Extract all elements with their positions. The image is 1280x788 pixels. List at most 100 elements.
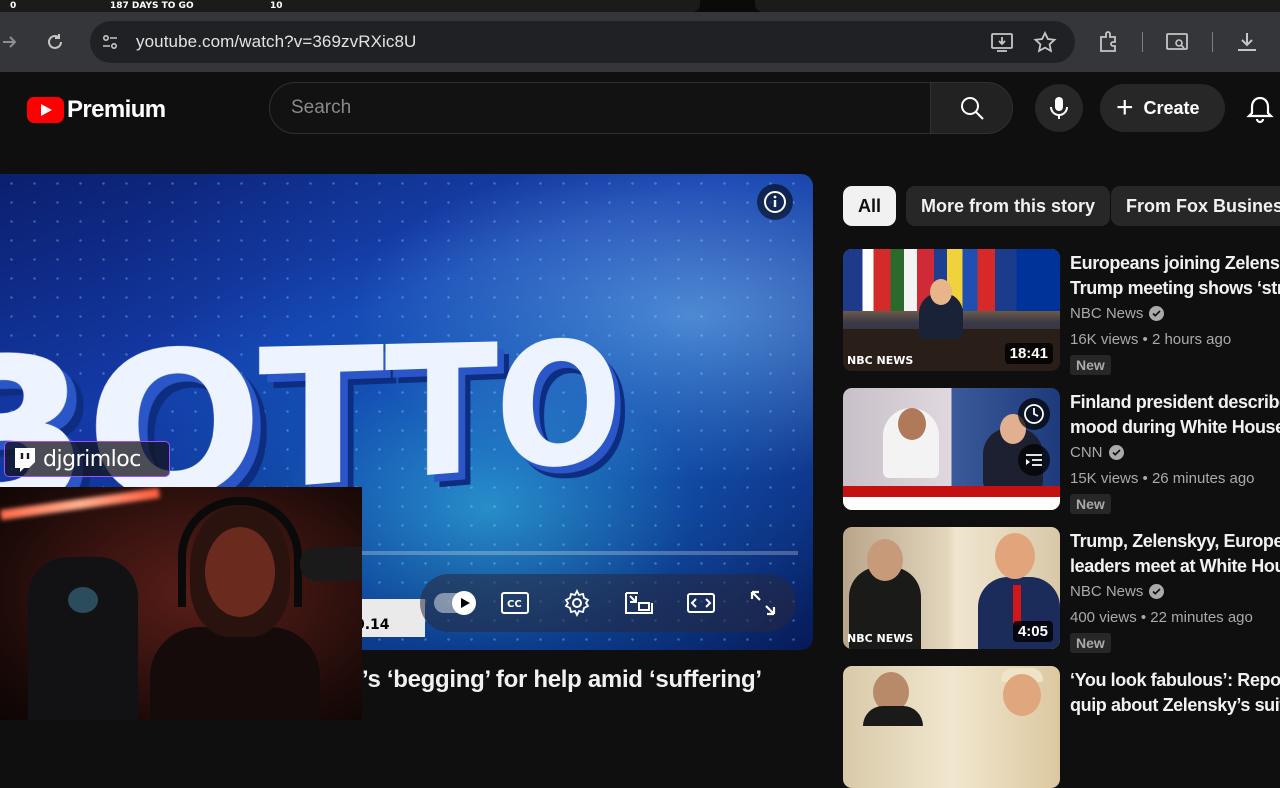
new-badge: New (1070, 633, 1111, 653)
microphone (300, 547, 362, 581)
video-thumbnail[interactable] (843, 666, 1060, 788)
settings-button[interactable] (560, 586, 594, 620)
streamer-webcam (0, 487, 362, 720)
title-line: leaders meet at White Hou (1070, 556, 1280, 576)
video-thumbnail[interactable]: NBC NEWS 18:41 (843, 249, 1060, 371)
youtube-premium-logo[interactable]: Premium (27, 96, 166, 124)
site-settings-icon[interactable] (100, 32, 120, 52)
title-line: Trump meeting shows ‘stre (1070, 278, 1280, 298)
chip-from-fox-business[interactable]: From Fox Business (1111, 186, 1280, 226)
thumbnail-network-logo: NBC NEWS (847, 354, 914, 367)
channel-label: NBC News (1070, 583, 1144, 600)
add-to-queue-button[interactable] (1018, 444, 1050, 476)
recommendation-item[interactable]: Finland president describe mood during W… (843, 388, 1280, 514)
overlay-right-number: 10 (270, 1, 283, 11)
video-thumbnail[interactable] (843, 388, 1060, 510)
thumbnail-network-logo: NBC NEWS (847, 632, 914, 645)
miniplayer-icon (625, 592, 653, 614)
news-ticker-text-strip (843, 497, 1060, 510)
thumbnail-tie (1013, 585, 1021, 625)
youtube-play-logo-icon (27, 97, 64, 123)
reload-button[interactable] (39, 26, 71, 58)
bell-icon[interactable] (1245, 94, 1275, 124)
channel-name[interactable]: NBC News (1070, 583, 1165, 600)
create-label: Create (1143, 97, 1200, 118)
search-button[interactable] (931, 82, 1013, 134)
recommendation-title[interactable]: Trump, Zelenskyy, Europea leaders meet a… (1070, 529, 1280, 579)
captions-button[interactable]: CC (498, 586, 532, 620)
view-meta: 16K views • 2 hours ago (1070, 331, 1232, 348)
toolbar-separator (1212, 32, 1213, 52)
recommendation-title[interactable]: Finland president describe mood during W… (1070, 390, 1280, 440)
title-line: mood during White House (1070, 417, 1280, 437)
overlay-countdown: 187 DAYS TO GO (110, 1, 194, 11)
chip-all[interactable]: All (843, 186, 897, 226)
twitch-username: djgrimloc (43, 446, 141, 472)
info-card-button[interactable] (757, 184, 793, 220)
verified-check-icon (1149, 306, 1165, 321)
add-to-queue-icon (1026, 454, 1042, 466)
twitch-icon (15, 448, 35, 472)
thumbnail-face (1003, 674, 1041, 716)
recommendation-item[interactable]: ‘You look fabulous’: Repor quip about Ze… (843, 666, 1280, 788)
thumbnail-face (867, 539, 903, 581)
news-lower-third: 0.14 (355, 599, 425, 637)
player-controls: CC (420, 574, 796, 632)
recommendation-item[interactable]: NBC NEWS 4:05 Trump, Zelenskyy, Europea … (843, 527, 1280, 653)
search-input[interactable] (270, 83, 930, 133)
title-line: ‘You look fabulous’: Repor (1070, 670, 1280, 690)
gaming-chair (28, 557, 138, 720)
video-title: ’s ‘begging’ for help amid ‘suffering’ (362, 666, 762, 693)
search-box[interactable] (269, 82, 931, 134)
voice-search-button[interactable] (1035, 84, 1083, 132)
title-line: Finland president describe (1070, 392, 1280, 412)
video-thumbnail[interactable]: NBC NEWS 4:05 (843, 527, 1060, 649)
fullscreen-button[interactable] (746, 586, 780, 620)
title-line: Trump, Zelenskyy, Europea (1070, 531, 1280, 551)
channel-label: CNN (1070, 444, 1103, 461)
tab-search-icon[interactable] (1164, 29, 1190, 55)
mic-icon (1050, 97, 1068, 119)
theater-mode-button[interactable] (684, 586, 718, 620)
create-button[interactable]: + Create (1100, 84, 1225, 132)
extensions-icon[interactable] (1096, 29, 1122, 55)
install-app-icon[interactable] (990, 31, 1014, 53)
recommendation-title[interactable]: ‘You look fabulous’: Repor quip about Ze… (1070, 668, 1280, 718)
logo-word: Premium (67, 96, 166, 123)
forward-button[interactable] (0, 26, 26, 58)
star-icon[interactable] (1033, 31, 1057, 53)
autoplay-toggle[interactable] (434, 591, 476, 615)
autoplay-play-icon (452, 591, 476, 615)
recommendation-item[interactable]: NBC NEWS 18:41 Europeans joining Zelensk… (843, 249, 1280, 375)
headphones (178, 497, 302, 607)
overlay-tab-right (755, 0, 1280, 12)
new-badge: New (1070, 494, 1111, 514)
view-meta: 15K views • 26 minutes ago (1070, 470, 1255, 487)
watch-later-button[interactable] (1018, 398, 1050, 430)
svg-text:CC: CC (507, 599, 522, 610)
thumbnail-person (863, 706, 923, 726)
chip-more-from-this-story[interactable]: More from this story (906, 186, 1111, 226)
browser-toolbar: youtube.com/watch?v=369zvRXic8U (0, 12, 1280, 72)
recommendation-title[interactable]: Europeans joining Zelensk Trump meeting … (1070, 251, 1280, 301)
verified-check-icon (1108, 445, 1124, 460)
led-light-strip (0, 487, 160, 521)
thumbnail-face (930, 279, 952, 305)
watch-later-icon (1024, 404, 1044, 424)
channel-name[interactable]: CNN (1070, 444, 1124, 461)
download-icon[interactable] (1234, 29, 1260, 55)
reload-icon (48, 34, 62, 49)
progress-bar[interactable] (360, 551, 798, 555)
stream-overlay-strip: 0 187 DAYS TO GO 10 (0, 0, 1280, 12)
fullscreen-icon (750, 590, 776, 616)
title-line: Europeans joining Zelensk (1070, 253, 1280, 273)
url-text[interactable]: youtube.com/watch?v=369zvRXic8U (136, 21, 416, 63)
info-icon (764, 191, 786, 213)
verified-check-icon (1149, 584, 1165, 599)
channel-label: NBC News (1070, 305, 1144, 322)
channel-name[interactable]: NBC News (1070, 305, 1165, 322)
miniplayer-button[interactable] (622, 586, 656, 620)
overlay-tab-left (0, 0, 700, 12)
duration-badge: 18:41 (1004, 343, 1053, 364)
address-bar[interactable]: youtube.com/watch?v=369zvRXic8U (90, 21, 1075, 63)
